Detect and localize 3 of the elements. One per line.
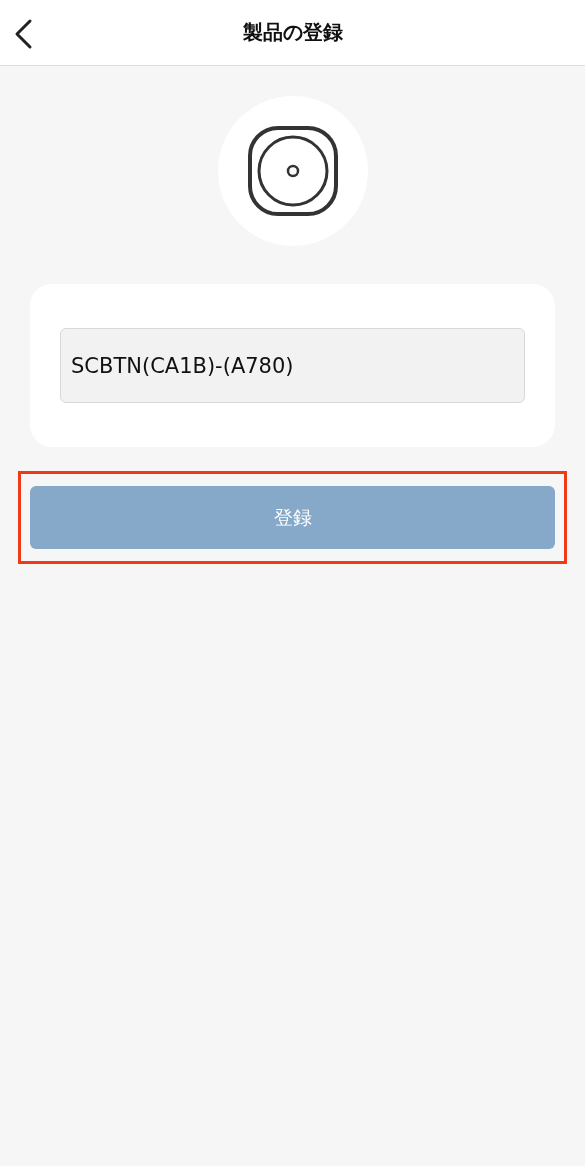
page-title: 製品の登録 — [242, 19, 343, 46]
serial-field[interactable]: SCBTN(CA1B)-(A780) — [60, 328, 525, 403]
device-icon — [217, 96, 368, 246]
